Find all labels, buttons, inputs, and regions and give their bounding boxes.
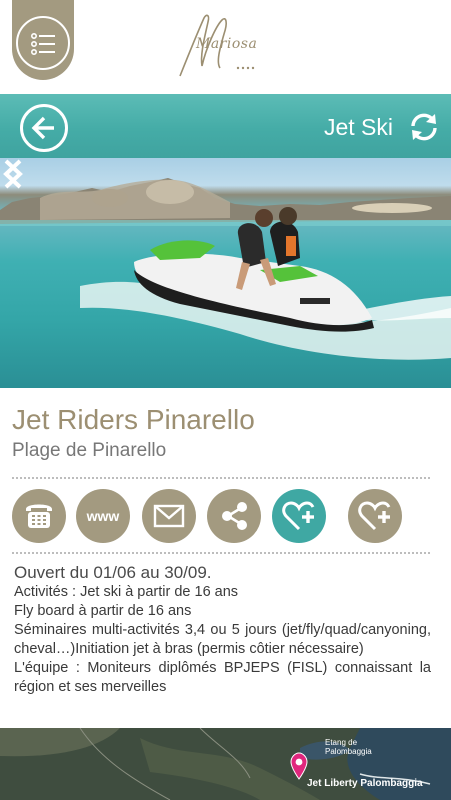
- www-icon: www: [86, 508, 120, 524]
- website-button[interactable]: www: [76, 489, 130, 543]
- email-button[interactable]: [142, 489, 196, 543]
- refresh-icon[interactable]: [409, 112, 439, 142]
- description: Ouvert du 01/06 au 30/09. Activités : Je…: [14, 563, 431, 697]
- map-area-label: Etang de Palombaggia: [325, 738, 372, 756]
- dotted-divider: [12, 552, 430, 554]
- heart-plus-icon: [358, 501, 391, 531]
- opening-period: Ouvert du 01/06 au 30/09.: [14, 563, 212, 582]
- location-map[interactable]: Etang de Palombaggia: [0, 728, 451, 800]
- jet-ski-photo: [0, 178, 451, 360]
- app-header: Mariosa: [0, 0, 451, 94]
- menu-list-icon: [30, 33, 55, 55]
- description-line: Activités : Jet ski à partir de 16 ans: [14, 584, 239, 600]
- map-pin-label: Jet Liberty Palombaggia: [307, 778, 423, 789]
- description-line: Fly board à partir de 16 ans: [14, 603, 192, 619]
- activity-photo: [0, 158, 451, 388]
- business-name: Jet Riders Pinarello: [12, 404, 255, 435]
- business-place: Plage de Pinarello: [12, 440, 167, 461]
- menu-button[interactable]: [16, 16, 70, 70]
- map-area-label-line1: Etang de: [325, 738, 358, 747]
- phone-icon: [26, 504, 52, 528]
- favorite-button[interactable]: [348, 489, 402, 543]
- mail-icon: [153, 504, 185, 528]
- description-line: Séminaires multi-activités 3,4 ou 5 jour…: [14, 622, 431, 657]
- dotted-divider: [12, 477, 430, 479]
- next-image-arrow[interactable]: [0, 158, 26, 190]
- map-area-label-line2: Palombaggia: [325, 747, 372, 756]
- arrow-left-icon: [31, 116, 54, 140]
- back-button[interactable]: [20, 104, 68, 152]
- favorite-button-teal[interactable]: [272, 489, 326, 543]
- phone-button[interactable]: [12, 489, 66, 543]
- map-pin-icon[interactable]: [289, 752, 309, 780]
- share-icon: [222, 502, 247, 530]
- logo-text: Mariosa: [196, 36, 258, 52]
- svg-text:www: www: [86, 508, 120, 524]
- description-line: L'équipe : Moniteurs diplômés BPJEPS (FI…: [14, 660, 431, 695]
- share-button[interactable]: [207, 489, 261, 543]
- title-bar: Jet Ski: [0, 94, 451, 158]
- page-title: Jet Ski: [323, 114, 393, 140]
- satellite-map: [0, 728, 451, 800]
- heart-plus-icon: [282, 501, 315, 531]
